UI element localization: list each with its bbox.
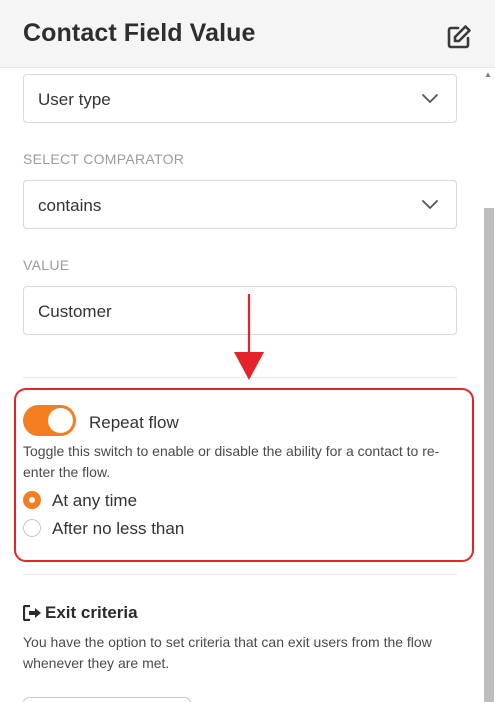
repeat-flow-toggle[interactable] [23,405,76,436]
exit-criteria-heading: Exit criteria [23,603,138,623]
exit-icon [23,605,41,621]
radio-after-no-less-than[interactable] [23,519,41,537]
exit-criteria-description: You have the option to set criteria that… [23,634,432,671]
add-exit-criteria-button[interactable] [23,697,191,702]
panel-title: Contact Field Value [23,19,256,47]
divider [23,574,457,575]
chevron-down-icon [422,200,438,209]
comparator-value: contains [38,196,102,215]
chevron-down-icon [422,94,438,103]
arrow-annotation-icon [234,294,264,380]
edit-icon[interactable] [446,24,472,50]
radio-label-after-no-less-than[interactable]: After no less than [52,519,184,539]
value-input-text: Customer [38,302,112,321]
radio-label-at-any-time[interactable]: At any time [52,491,137,511]
field-select[interactable]: User type [23,74,457,123]
comparator-label: SELECT COMPARATOR [23,151,185,167]
value-label: VALUE [23,257,70,273]
field-select-value: User type [38,90,111,109]
repeat-flow-label: Repeat flow [89,413,179,432]
toggle-knob [48,408,73,433]
repeat-flow-help: Toggle this switch to enable or disable … [23,443,440,480]
panel-header: Contact Field Value [0,0,495,68]
comparator-select[interactable]: contains [23,180,457,229]
radio-at-any-time[interactable] [23,491,41,509]
exit-criteria-title: Exit criteria [45,603,138,622]
scrollbar-thumb[interactable] [484,208,494,702]
scroll-up-icon[interactable]: ▲ [484,70,492,79]
